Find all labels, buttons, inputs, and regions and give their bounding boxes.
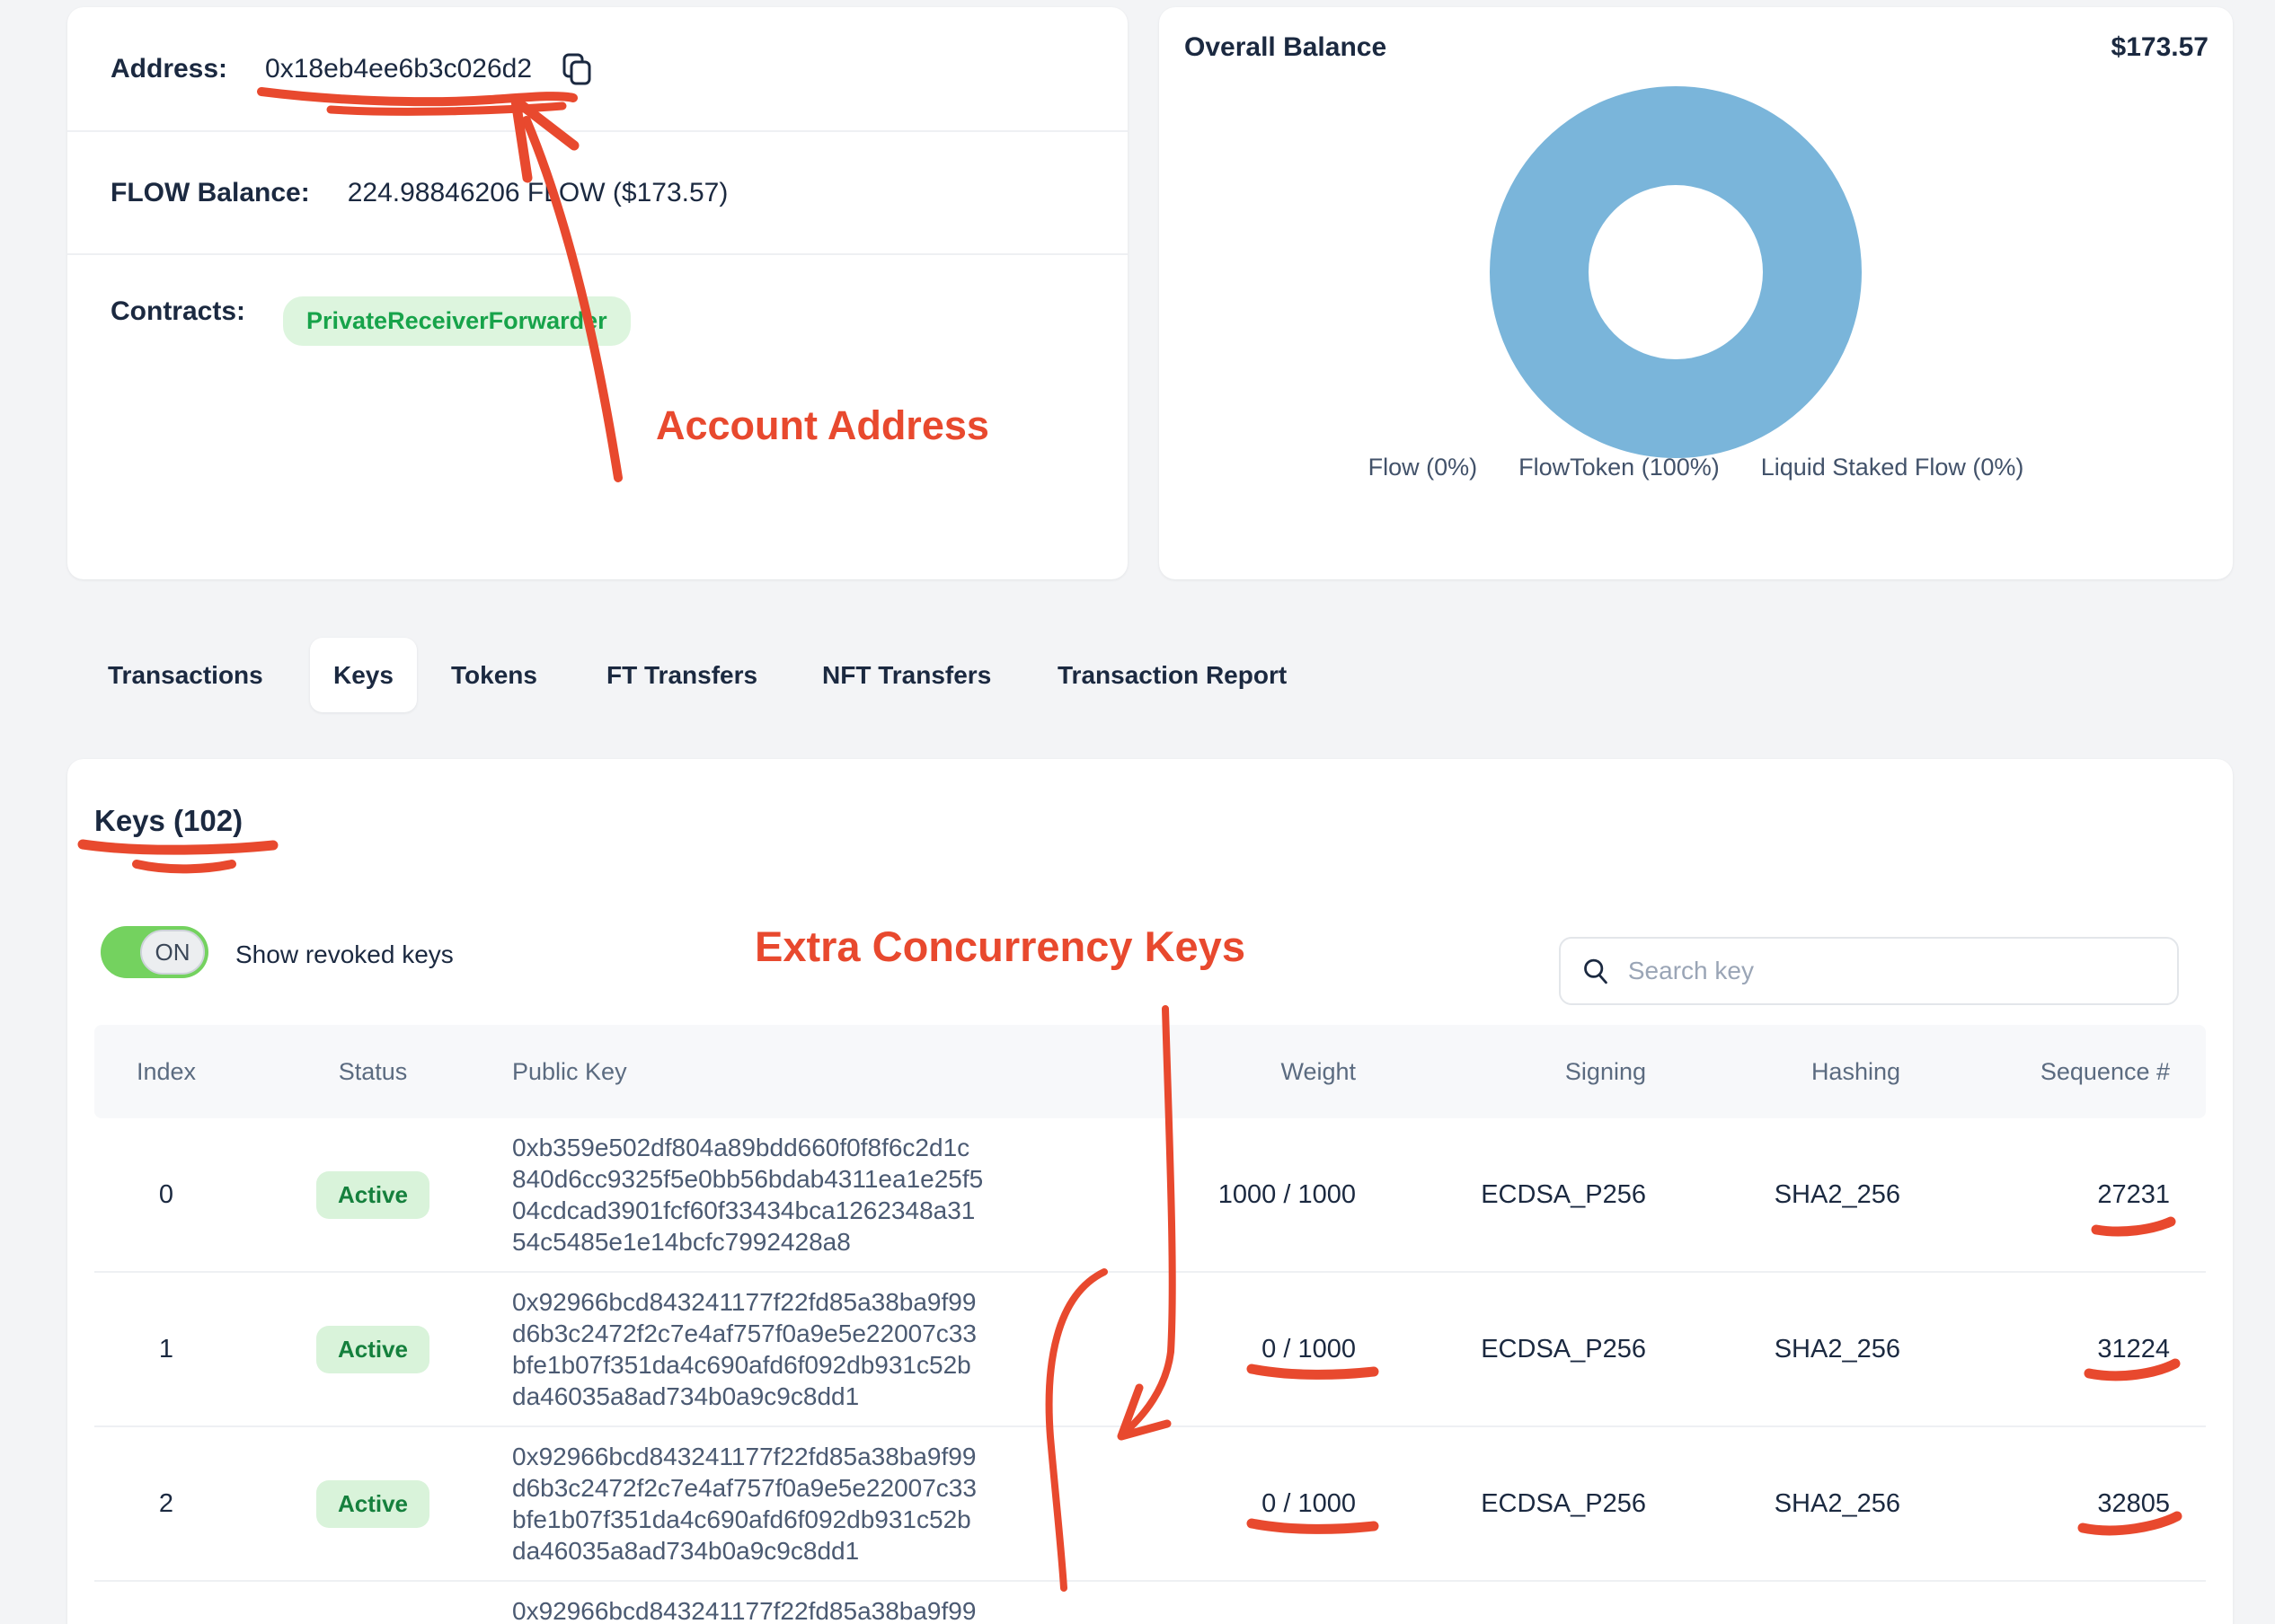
keys-table: Index Status Public Key Weight Signing Hashin…: [94, 1025, 2206, 1624]
keys-table-body: 0 Active 0xb359e502df804a89bdd660f0f8f6c…: [94, 1118, 2206, 1624]
key-index: 3: [121, 1582, 211, 1624]
key-weight: 0 / 1000: [1146, 1582, 1356, 1624]
balance-donut-chart: [1487, 84, 1864, 461]
contract-chip[interactable]: PrivateReceiverForwarder: [283, 296, 631, 346]
key-signing-algo: ECDSA_P256: [1433, 1427, 1646, 1580]
key-hashing-algo: SHA2_256: [1694, 1118, 1900, 1271]
key-index: 2: [121, 1427, 211, 1580]
public-key-value: 0x92966bcd843241177f22fd85a38ba9f99 d6b3…: [512, 1595, 977, 1624]
tab-ft-transfers[interactable]: FT Transfers: [606, 638, 757, 712]
legend-item: FlowToken (100%): [1518, 454, 1720, 481]
column-header: Weight: [1146, 1025, 1356, 1118]
column-header: Public Key: [512, 1025, 1033, 1118]
search-key-box: [1559, 937, 2179, 1005]
status-badge: Active: [316, 1480, 429, 1528]
key-weight: 0 / 1000: [1146, 1273, 1356, 1425]
account-info-card: Address: 0x18eb4ee6b3c026d2 FLOW Balance…: [67, 7, 1128, 579]
contracts-row: Contracts: PrivateReceiverForwarder: [67, 253, 1128, 579]
flow-balance-row: FLOW Balance: 224.98846206 FLOW ($173.57…: [67, 130, 1128, 253]
overall-balance-title: Overall Balance: [1184, 32, 1386, 63]
keys-table-header: Index Status Public Key Weight Signing Hashin…: [94, 1025, 2206, 1118]
legend-item: Flow (0%): [1368, 454, 1478, 481]
flow-balance-value: 224.98846206 FLOW ($173.57): [348, 178, 729, 208]
column-header: Sequence #: [1963, 1025, 2170, 1118]
key-signing-algo: ECDSA_P256: [1433, 1118, 1646, 1271]
toggle-knob[interactable]: ON: [140, 930, 205, 975]
table-row: 3 Active 0x92966bcd843241177f22fd85a38ba…: [94, 1582, 2206, 1624]
account-tabs: Transactions Keys Tokens FT Transfers NFT Tr…: [0, 638, 2275, 712]
public-key-value: 0x92966bcd843241177f22fd85a38ba9f99 d6b3…: [512, 1286, 977, 1412]
key-signing-algo: ECDSA_P256: [1433, 1273, 1646, 1425]
table-row: 1 Active 0x92966bcd843241177f22fd85a38ba…: [94, 1273, 2206, 1427]
chart-legend: Flow (0%) FlowToken (100%) Liquid Staked F…: [1159, 454, 2233, 481]
show-revoked-keys-label: Show revoked keys: [235, 937, 454, 973]
tab-nft-transfers[interactable]: NFT Transfers: [822, 638, 991, 712]
flow-balance-label: FLOW Balance:: [111, 178, 310, 208]
tab-keys[interactable]: Keys: [310, 638, 417, 712]
key-sequence-number: 27231: [1963, 1118, 2170, 1271]
search-icon: [1580, 954, 1612, 988]
contracts-label: Contracts:: [111, 296, 245, 327]
key-sequence-number: 32805: [1963, 1427, 2170, 1580]
overall-balance-amount: $173.57: [2111, 32, 2209, 63]
copy-address-button[interactable]: [557, 49, 597, 89]
key-signing-algo: ECDSA_P256: [1433, 1582, 1646, 1624]
keys-heading: Keys (102): [94, 804, 243, 838]
table-row: 0 Active 0xb359e502df804a89bdd660f0f8f6c…: [94, 1118, 2206, 1273]
legend-item: Liquid Staked Flow (0%): [1761, 454, 2024, 481]
key-sequence-number: 31224: [1963, 1273, 2170, 1425]
column-header: Signing: [1433, 1025, 1646, 1118]
key-weight: 0 / 1000: [1146, 1427, 1356, 1580]
key-weight: 1000 / 1000: [1146, 1118, 1356, 1271]
address-value: 0x18eb4ee6b3c026d2: [265, 54, 532, 84]
key-hashing-algo: SHA2_256: [1694, 1582, 1900, 1624]
column-header: Index: [121, 1025, 211, 1118]
key-hashing-algo: SHA2_256: [1694, 1273, 1900, 1425]
public-key-value: 0xb359e502df804a89bdd660f0f8f6c2d1c 840d…: [512, 1132, 983, 1258]
table-row: 2 Active 0x92966bcd843241177f22fd85a38ba…: [94, 1427, 2206, 1582]
address-label: Address:: [111, 54, 227, 84]
column-header: Hashing: [1694, 1025, 1900, 1118]
overall-balance-card: Overall Balance $173.57 Flow (0%) FlowTok…: [1159, 7, 2233, 579]
keys-card: Keys (102) ON Show revoked keys Index Sta…: [67, 759, 2233, 1624]
show-revoked-keys-toggle[interactable]: ON: [101, 926, 208, 978]
tab-tokens[interactable]: Tokens: [451, 638, 537, 712]
status-badge: Active: [316, 1171, 429, 1219]
key-hashing-algo: SHA2_256: [1694, 1427, 1900, 1580]
search-key-input[interactable]: [1628, 957, 2157, 985]
key-index: 1: [121, 1273, 211, 1425]
public-key-value: 0x92966bcd843241177f22fd85a38ba9f99 d6b3…: [512, 1441, 977, 1567]
tab-transactions[interactable]: Transactions: [108, 638, 263, 712]
column-header: Status: [301, 1025, 445, 1118]
key-sequence-number: [1963, 1582, 2170, 1624]
key-index: 0: [121, 1118, 211, 1271]
donut-ring-flowtoken: [1539, 136, 1812, 409]
tab-transaction-report[interactable]: Transaction Report: [1058, 638, 1287, 712]
copy-icon: [559, 51, 595, 87]
status-badge: Active: [316, 1326, 429, 1373]
address-row: Address: 0x18eb4ee6b3c026d2: [67, 7, 1128, 130]
